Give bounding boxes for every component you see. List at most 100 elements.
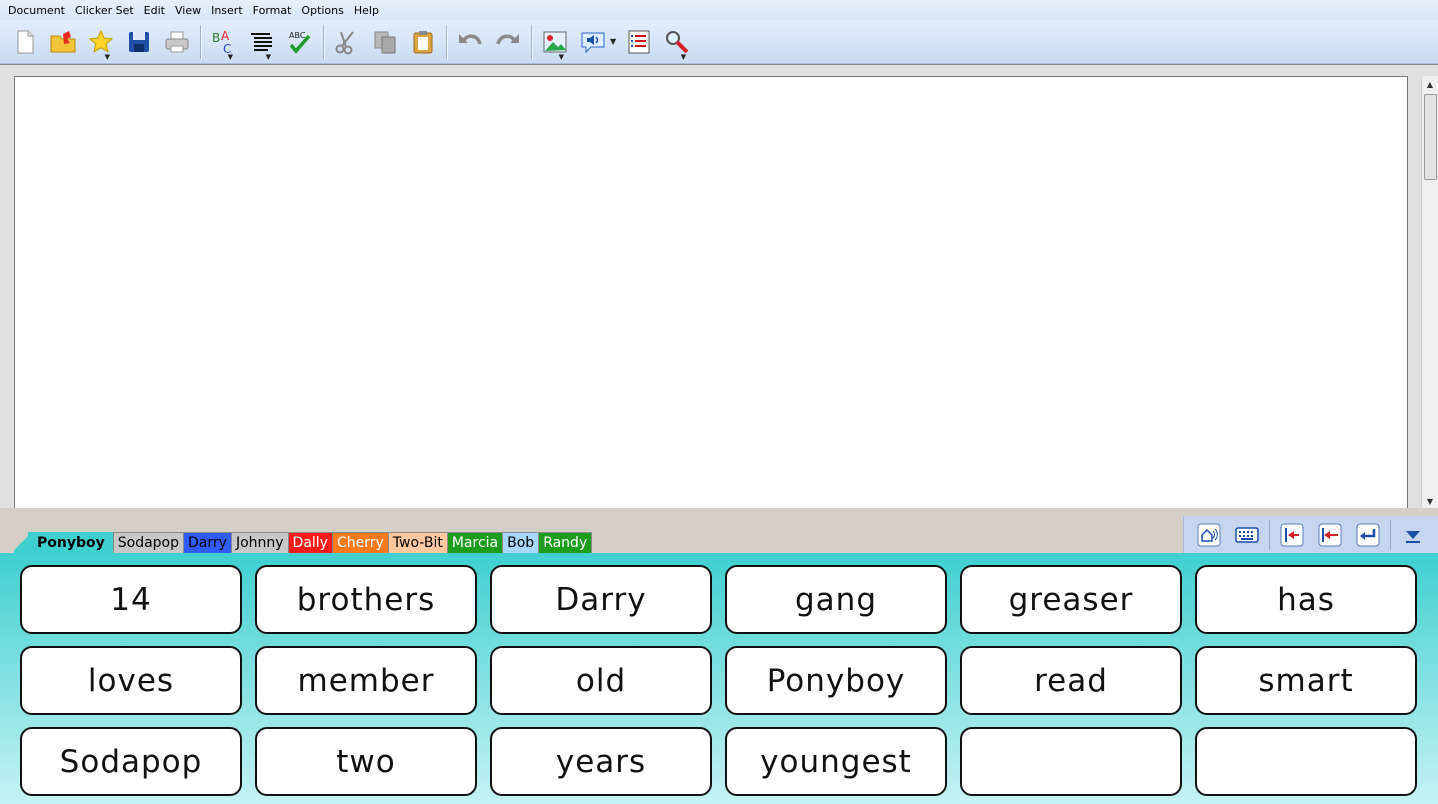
enter-button[interactable] xyxy=(1353,520,1383,550)
grid-cell[interactable]: read xyxy=(960,646,1182,715)
home-speak-icon xyxy=(1197,523,1221,547)
new-document-button[interactable] xyxy=(8,25,42,59)
tab-marcia[interactable]: Marcia xyxy=(446,532,504,553)
paragraph-format-button[interactable]: ▼ xyxy=(245,25,279,61)
cut-scissors-icon xyxy=(335,30,354,54)
tab-johnny[interactable]: Johnny xyxy=(230,532,289,553)
undo-icon xyxy=(459,33,482,45)
undo-button[interactable] xyxy=(453,25,487,59)
chevron-down-icon: ▼ xyxy=(227,52,233,61)
copy-button[interactable] xyxy=(368,25,402,59)
favourites-star-icon xyxy=(88,29,114,53)
tab-sodapop[interactable]: Sodapop xyxy=(112,532,185,553)
menu-edit[interactable]: Edit xyxy=(140,4,169,17)
grid-cell[interactable]: youngest xyxy=(725,727,947,796)
toolbar-separator xyxy=(323,24,324,59)
toolbar-separator xyxy=(446,24,447,59)
open-button[interactable] xyxy=(46,25,80,59)
scroll-thumb[interactable] xyxy=(1424,94,1437,180)
paragraph-format-icon xyxy=(251,32,272,51)
tab-darry[interactable]: Darry xyxy=(183,532,232,553)
word-check-button[interactable]: ABC xyxy=(283,25,317,59)
chevron-down-icon: ▼ xyxy=(104,52,110,61)
speech-icon xyxy=(581,32,605,53)
spell-check-button[interactable]: BAC ▼ xyxy=(207,25,241,61)
grid-cell[interactable]: smart xyxy=(1195,646,1417,715)
grid-cell[interactable]: 14 xyxy=(20,565,242,634)
paste-button[interactable] xyxy=(406,25,440,59)
save-disk-icon xyxy=(129,31,149,52)
cut-button[interactable] xyxy=(330,25,364,59)
grid-cell-empty[interactable] xyxy=(960,727,1182,796)
menu-insert[interactable]: Insert xyxy=(207,4,247,17)
tab-cherry[interactable]: Cherry xyxy=(331,532,389,553)
menu-format[interactable]: Format xyxy=(249,4,296,17)
tab-two-bit[interactable]: Two-Bit xyxy=(387,532,448,553)
list-icon xyxy=(628,30,650,53)
open-folder-icon xyxy=(50,30,76,52)
insert-picture-icon xyxy=(543,31,567,52)
copy-icon xyxy=(374,31,396,53)
go-to-start-button[interactable] xyxy=(1277,520,1307,550)
vertical-scrollbar[interactable]: ▲ ▼ xyxy=(1421,76,1438,509)
chevron-down-icon: ▼ xyxy=(680,52,687,61)
tab-bob[interactable]: Bob xyxy=(502,532,540,553)
grid-cell[interactable]: old xyxy=(490,646,712,715)
scroll-down-icon[interactable]: ▼ xyxy=(1422,493,1438,509)
redo-button[interactable] xyxy=(491,25,525,59)
print-button[interactable] xyxy=(160,25,194,59)
grid-cell[interactable]: member xyxy=(255,646,477,715)
grid-cell[interactable]: years xyxy=(490,727,712,796)
tab-randy[interactable]: Randy xyxy=(538,532,593,553)
grid-tab-strip: Ponyboy Sodapop Darry Johnny Dally Cherr… xyxy=(0,508,1438,554)
speech-button[interactable] xyxy=(576,25,610,59)
save-button[interactable] xyxy=(122,25,156,59)
grid-cell[interactable]: two xyxy=(255,727,477,796)
grid-cell[interactable]: loves xyxy=(20,646,242,715)
enter-return-icon xyxy=(1356,523,1380,547)
backspace-icon xyxy=(1318,523,1342,547)
chevron-down-icon: ▼ xyxy=(558,52,564,61)
toolbar: ▼ BAC ▼ ▼ ABC ▼ ▼ ▼ xyxy=(0,20,1438,64)
grid-cell-empty[interactable] xyxy=(1195,727,1417,796)
scroll-up-icon[interactable]: ▲ xyxy=(1422,76,1438,92)
tab-dally[interactable]: Dally xyxy=(287,532,333,553)
chevron-down-icon: ▼ xyxy=(265,52,271,61)
redo-icon xyxy=(496,33,519,45)
grid-cell[interactable]: Darry xyxy=(490,565,712,634)
menu-clicker-set[interactable]: Clicker Set xyxy=(71,4,138,17)
grid-cell[interactable]: gang xyxy=(725,565,947,634)
spell-check-abc-icon: B AC xyxy=(212,29,231,56)
menu-help[interactable]: Help xyxy=(350,4,383,17)
hide-grid-button[interactable] xyxy=(1398,520,1428,550)
toolbar-separator xyxy=(200,24,201,59)
chevron-down-icon[interactable]: ▼ xyxy=(610,37,616,46)
favourites-button[interactable]: ▼ xyxy=(84,25,118,61)
grid-cell[interactable]: Sodapop xyxy=(20,727,242,796)
document-page[interactable] xyxy=(14,76,1408,509)
grid-cell[interactable]: has xyxy=(1195,565,1417,634)
grid-cell[interactable]: greaser xyxy=(960,565,1182,634)
menu-document[interactable]: Document xyxy=(4,4,69,17)
document-area: ▲ ▼ xyxy=(0,64,1438,509)
tab-ponyboy[interactable]: Ponyboy xyxy=(28,532,114,553)
find-magnifier-icon xyxy=(666,30,689,53)
keyboard-icon xyxy=(1235,527,1259,543)
menu-bar: Document Clicker Set Edit View Insert Fo… xyxy=(0,0,1438,20)
svg-text:A: A xyxy=(221,29,230,43)
insert-picture-button[interactable]: ▼ xyxy=(538,25,572,61)
grid-cell[interactable]: brothers xyxy=(255,565,477,634)
paste-icon xyxy=(413,30,433,53)
keyboard-button[interactable] xyxy=(1232,520,1262,550)
menu-view[interactable]: View xyxy=(171,4,205,17)
hide-grid-icon xyxy=(1406,531,1420,543)
find-button[interactable]: ▼ xyxy=(660,25,694,61)
list-button[interactable] xyxy=(622,25,656,59)
home-speak-button[interactable] xyxy=(1194,520,1224,550)
go-to-start-icon xyxy=(1280,523,1304,547)
menu-options[interactable]: Options xyxy=(297,4,347,17)
grid-cell[interactable]: Ponyboy xyxy=(725,646,947,715)
svg-text:ABC: ABC xyxy=(289,31,306,40)
backspace-button[interactable] xyxy=(1315,520,1345,550)
tools-separator xyxy=(1390,520,1391,550)
